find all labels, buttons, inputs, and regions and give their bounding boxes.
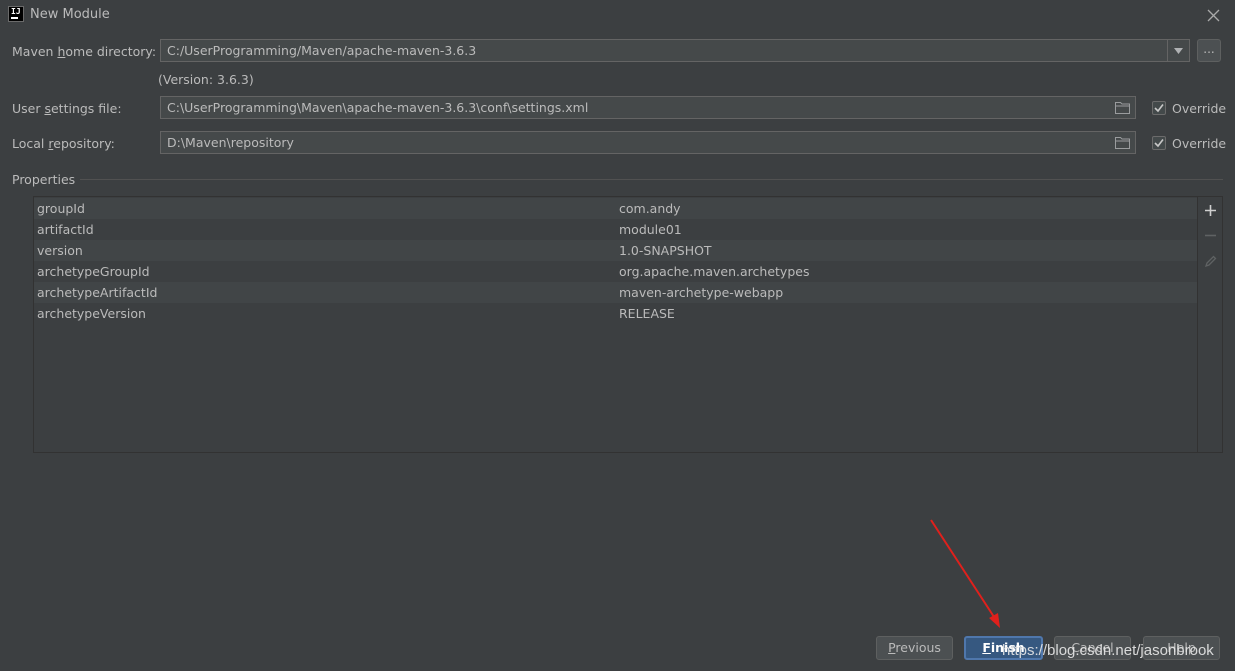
property-value[interactable]: RELEASE bbox=[619, 303, 675, 324]
property-key: archetypeArtifactId bbox=[37, 285, 158, 300]
properties-panel: groupId com.andy artifactId module01 ver… bbox=[33, 196, 1223, 453]
maven-home-browse-button[interactable]: ... bbox=[1197, 39, 1221, 62]
table-row[interactable]: archetypeGroupId org.apache.maven.archet… bbox=[34, 261, 1198, 282]
minus-icon bbox=[1205, 234, 1216, 237]
user-settings-value: C:\UserProgramming\Maven\apache-maven-3.… bbox=[167, 100, 589, 115]
property-key: version bbox=[37, 243, 83, 258]
folder-icon[interactable] bbox=[1115, 101, 1130, 114]
local-repository-value: D:\Maven\repository bbox=[167, 135, 294, 150]
property-value[interactable]: 1.0-SNAPSHOT bbox=[619, 240, 712, 261]
property-key: archetypeGroupId bbox=[37, 264, 150, 279]
maven-home-dropdown[interactable] bbox=[1167, 40, 1189, 61]
table-row[interactable]: archetypeArtifactId maven-archetype-weba… bbox=[34, 282, 1198, 303]
table-row[interactable]: version 1.0-SNAPSHOT bbox=[34, 240, 1198, 261]
properties-title: Properties bbox=[12, 172, 76, 187]
user-settings-override-checkbox[interactable] bbox=[1152, 101, 1166, 115]
table-row[interactable]: archetypeVersion RELEASE bbox=[34, 303, 1198, 324]
maven-home-label: Maven home directory: bbox=[12, 44, 157, 59]
title-bar: IJ New Module bbox=[0, 0, 1235, 30]
close-icon bbox=[1207, 9, 1219, 21]
edit-property-button[interactable] bbox=[1202, 253, 1219, 270]
local-repository-override-checkbox[interactable] bbox=[1152, 136, 1166, 150]
window-title: New Module bbox=[30, 7, 110, 22]
local-repository-field[interactable]: D:\Maven\repository bbox=[160, 131, 1136, 154]
remove-property-button[interactable] bbox=[1202, 227, 1219, 244]
checkmark-icon bbox=[1154, 139, 1164, 148]
new-module-dialog: IJ New Module Maven home directory: C:/U… bbox=[0, 0, 1235, 671]
add-property-button[interactable] bbox=[1202, 202, 1219, 219]
property-key: archetypeVersion bbox=[37, 306, 146, 321]
user-settings-label: User settings file: bbox=[12, 101, 122, 116]
properties-separator bbox=[80, 179, 1223, 180]
pencil-icon bbox=[1204, 255, 1217, 268]
user-settings-override-label[interactable]: Override bbox=[1172, 101, 1226, 116]
local-repository-override-label[interactable]: Override bbox=[1172, 136, 1226, 151]
property-value[interactable]: maven-archetype-webapp bbox=[619, 282, 783, 303]
properties-table: groupId com.andy artifactId module01 ver… bbox=[34, 197, 1198, 452]
local-repository-label: Local repository: bbox=[12, 136, 115, 151]
checkmark-icon bbox=[1154, 104, 1164, 113]
previous-button[interactable]: Previous bbox=[876, 636, 953, 660]
property-key: artifactId bbox=[37, 222, 94, 237]
watermark: https://blog.csdn.net/jasonbrook bbox=[1002, 642, 1214, 659]
maven-version-note: (Version: 3.6.3) bbox=[158, 72, 254, 87]
folder-icon[interactable] bbox=[1115, 136, 1130, 149]
table-row[interactable]: artifactId module01 bbox=[34, 219, 1198, 240]
intellij-icon: IJ bbox=[8, 6, 24, 22]
maven-home-value: C:/UserProgramming/Maven/apache-maven-3.… bbox=[167, 43, 477, 58]
property-key: groupId bbox=[37, 201, 85, 216]
property-value[interactable]: org.apache.maven.archetypes bbox=[619, 261, 809, 282]
properties-toolbar bbox=[1197, 197, 1222, 452]
close-button[interactable] bbox=[1203, 5, 1223, 25]
table-row[interactable]: groupId com.andy bbox=[34, 198, 1198, 219]
maven-home-combo[interactable]: C:/UserProgramming/Maven/apache-maven-3.… bbox=[160, 39, 1190, 62]
property-value[interactable]: module01 bbox=[619, 219, 682, 240]
chevron-down-icon bbox=[1174, 47, 1183, 54]
user-settings-field[interactable]: C:\UserProgramming\Maven\apache-maven-3.… bbox=[160, 96, 1136, 119]
property-value[interactable]: com.andy bbox=[619, 198, 681, 219]
plus-icon bbox=[1205, 205, 1216, 216]
